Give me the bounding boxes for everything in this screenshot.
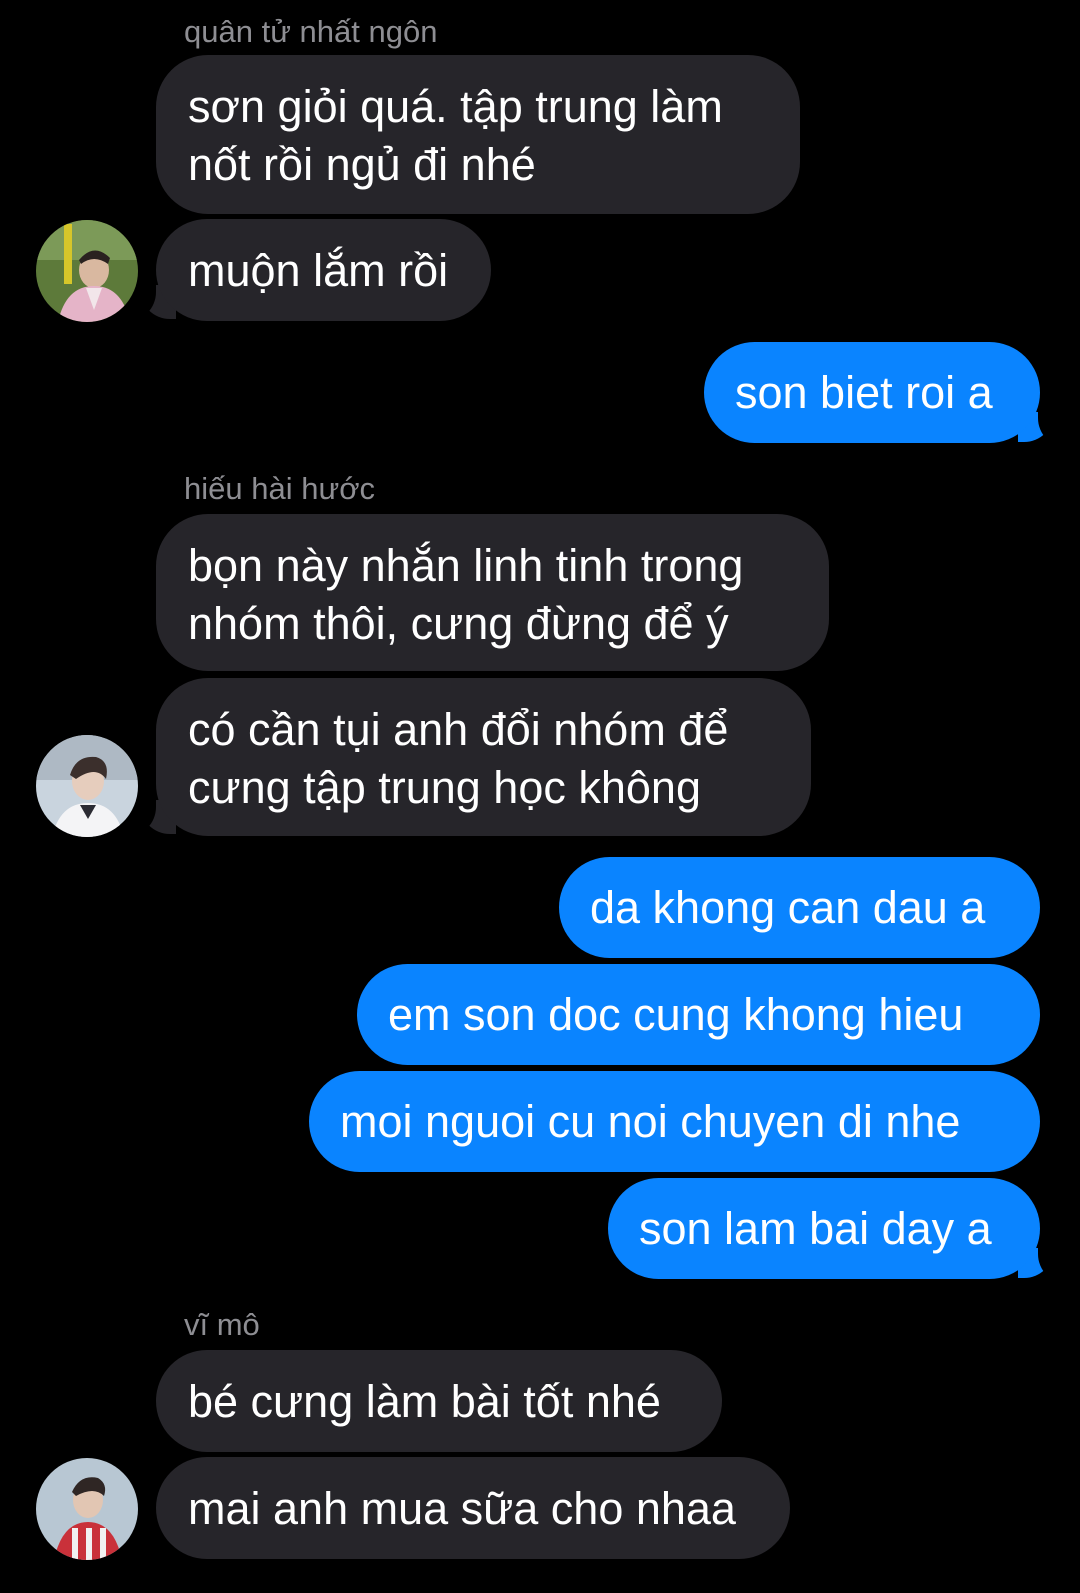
message-text: bọn này nhắn linh tinh trong (188, 540, 744, 591)
message-text: muộn lắm rồi (188, 245, 449, 296)
message-text: nhóm thôi, cưng đừng để ý (188, 598, 729, 649)
message-bubble-outgoing[interactable]: da khong can dau a (559, 857, 1040, 958)
message-text: sơn giỏi quá. tập trung làm (188, 81, 723, 132)
message-text: bé cưng làm bài tốt nhé (188, 1376, 661, 1427)
message-text: nốt rồi ngủ đi nhé (188, 139, 536, 190)
avatar[interactable] (36, 220, 138, 322)
message-text: mai anh mua sữa cho nhaa (188, 1483, 736, 1534)
bubble-tail-mask (1038, 1246, 1072, 1284)
message-text: son biet roi a (735, 367, 993, 418)
message-text: son lam bai day a (639, 1203, 992, 1254)
message-bubble-incoming[interactable]: mai anh mua sữa cho nhaa (156, 1457, 790, 1559)
bubble-tail-mask (1038, 410, 1072, 448)
message-bubble-incoming[interactable]: bé cưng làm bài tốt nhé (156, 1350, 722, 1452)
message-bubble-incoming[interactable]: muộn lắm rồi (156, 219, 491, 321)
avatar-image (36, 1458, 138, 1560)
avatar-image (36, 220, 138, 322)
message-text: có cần tụi anh đổi nhóm để (188, 704, 729, 755)
message-bubble-outgoing[interactable]: son biet roi a (704, 342, 1040, 443)
avatar-image (36, 735, 138, 837)
message-bubble-outgoing[interactable]: son lam bai day a (608, 1178, 1040, 1279)
sender-name: hiếu hài hước (184, 471, 376, 506)
message-bubble-outgoing[interactable]: em son doc cung khong hieu (357, 964, 1040, 1065)
message-text: moi nguoi cu noi chuyen di nhe (340, 1096, 961, 1147)
sender-name: quân tử nhất ngôn (184, 14, 438, 49)
avatar[interactable] (36, 735, 138, 837)
sender-name: vĩ mô (184, 1307, 260, 1342)
avatar[interactable] (36, 1458, 138, 1560)
message-bubble-incoming[interactable]: bọn này nhắn linh tinh trong nhóm thôi, … (156, 514, 829, 671)
message-bubble-incoming[interactable]: sơn giỏi quá. tập trung làm nốt rồi ngủ … (156, 55, 800, 214)
message-text: em son doc cung khong hieu (388, 989, 964, 1040)
message-bubble-incoming[interactable]: có cần tụi anh đổi nhóm để cưng tập trun… (156, 678, 811, 836)
message-text: cưng tập trung học không (188, 762, 701, 813)
message-text: da khong can dau a (590, 882, 986, 933)
message-bubble-outgoing[interactable]: moi nguoi cu noi chuyen di nhe (309, 1071, 1040, 1172)
